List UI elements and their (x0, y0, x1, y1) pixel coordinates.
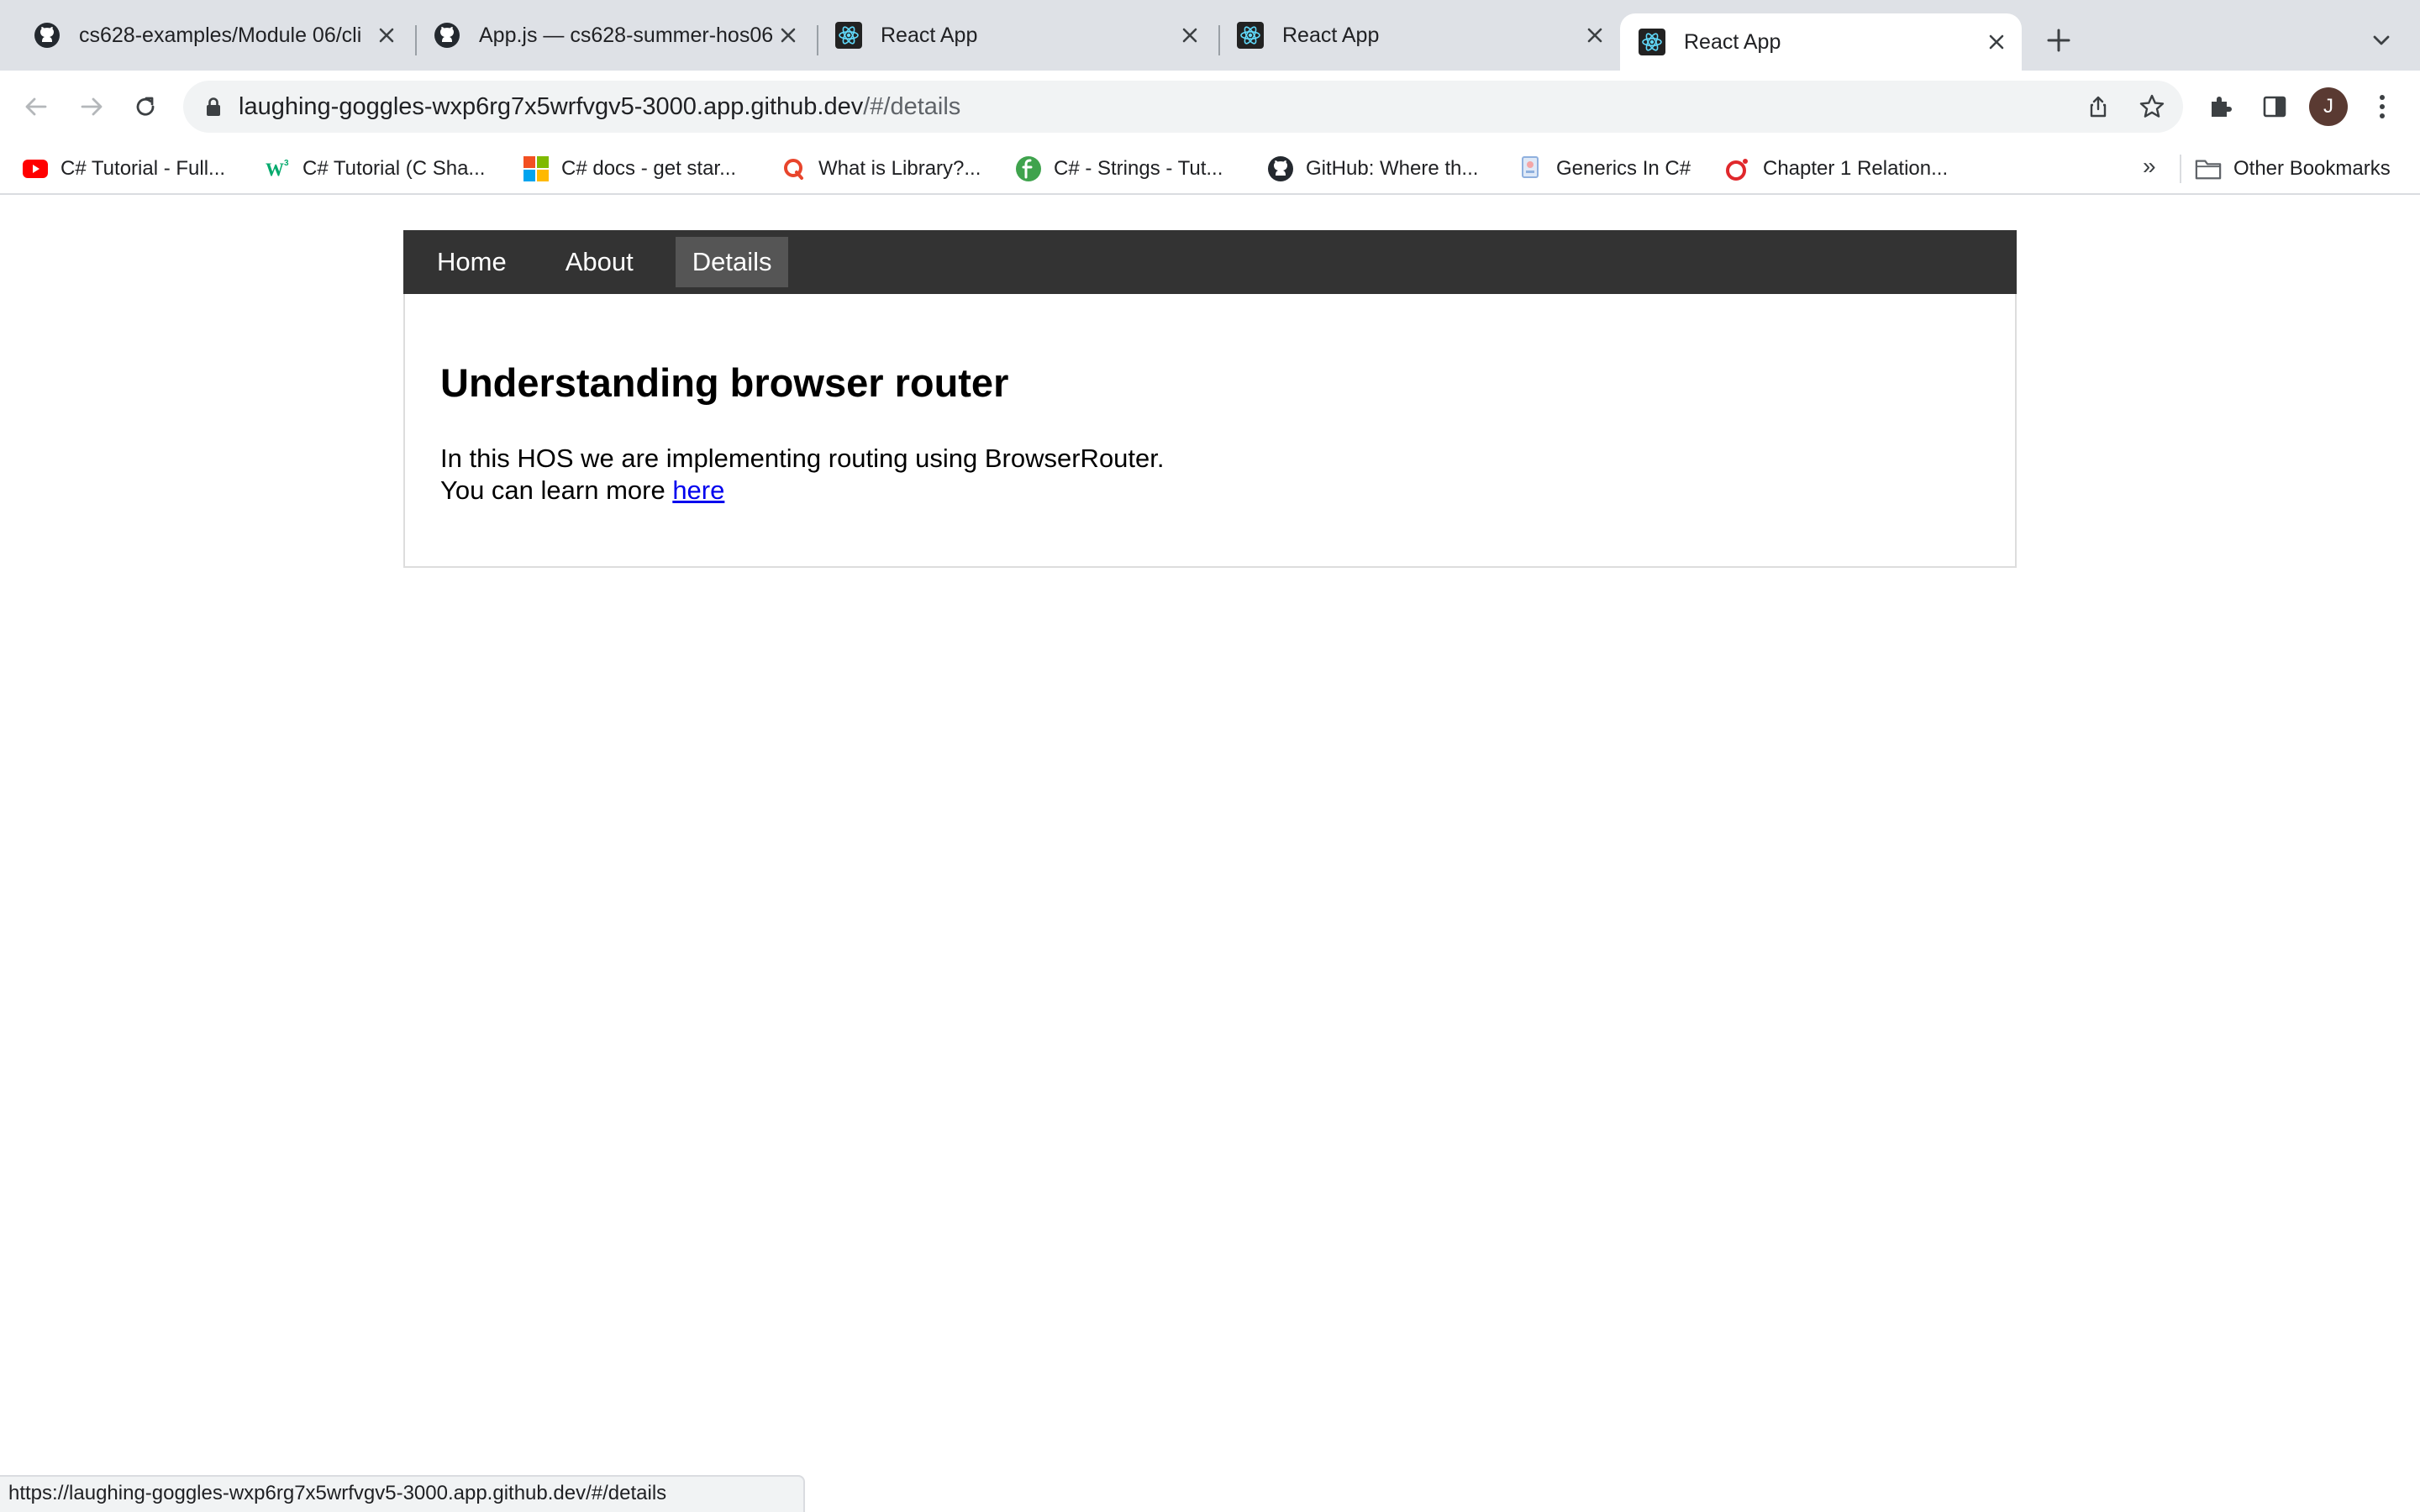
folder-icon (2195, 155, 2222, 182)
nav-link-details[interactable]: Details (675, 237, 789, 287)
bookmark-label: What is Library?... (818, 157, 981, 180)
content-panel: Understanding browser router In this HOS… (403, 294, 2017, 568)
plus-icon (2047, 29, 2070, 52)
paragraph-line-2: You can learn more (440, 475, 673, 505)
close-icon[interactable] (773, 20, 803, 50)
github-icon (1267, 155, 1294, 182)
bookmark-label: Generics In C# (1556, 157, 1691, 180)
paragraph-line-1: In this HOS we are implementing routing … (440, 444, 1165, 473)
browser-tab[interactable]: cs628-examples/Module 06/cli (0, 0, 412, 71)
back-button[interactable] (18, 89, 54, 124)
tab-separator (1218, 25, 1220, 55)
other-bookmarks-folder[interactable]: Other Bookmarks (2195, 153, 2391, 185)
url-path: /#/details (863, 93, 961, 120)
bookmarks-divider (2180, 155, 2181, 183)
nav-link-about[interactable]: About (549, 237, 650, 287)
tab-search-button[interactable] (2366, 25, 2396, 55)
tab-title: App.js — cs628-summer-hos06 (479, 23, 773, 47)
new-tab-button[interactable] (2042, 24, 2075, 57)
close-icon[interactable] (1981, 27, 2012, 57)
tab-title: React App (881, 23, 978, 47)
tab-separator (817, 25, 818, 55)
react-icon (1237, 22, 1264, 49)
bookmarks-bar: C# Tutorial - Full... W3 C# Tutorial (C … (0, 143, 2420, 195)
app-navbar: Home About Details (403, 230, 2017, 294)
page-paragraph: In this HOS we are implementing routing … (440, 443, 1980, 507)
tab-title: React App (1684, 29, 1781, 54)
avatar[interactable]: J (2309, 87, 2348, 126)
bookmark-item[interactable]: C# - Strings - Tut... (1015, 153, 1223, 185)
browser-tab[interactable]: React App (1222, 0, 1620, 71)
close-icon[interactable] (371, 20, 402, 50)
bookmark-label: C# Tutorial (C Sha... (302, 157, 486, 180)
bookmark-item[interactable]: Generics In C# (1518, 153, 1691, 185)
address-bar[interactable]: laughing-goggles-wxp6rg7x5wrfvgv5-3000.a… (183, 81, 2183, 133)
bookmark-label: C# - Strings - Tut... (1054, 157, 1223, 180)
url-text[interactable]: laughing-goggles-wxp6rg7x5wrfvgv5-3000.a… (239, 93, 960, 121)
youtube-icon (22, 155, 49, 182)
svg-text:3: 3 (284, 159, 289, 168)
tab-title: cs628-examples/Module 06/cli (79, 23, 362, 47)
search-bookmark-icon (780, 155, 807, 182)
extensions-icon[interactable] (2203, 89, 2238, 124)
bookmark-item[interactable]: C# Tutorial - Full... (22, 153, 225, 185)
forward-button[interactable] (74, 89, 109, 124)
bookmark-page-icon (1518, 155, 1544, 182)
github-icon (434, 22, 460, 49)
browser-tab[interactable]: App.js — cs628-summer-hos06 (418, 0, 813, 71)
side-panel-icon[interactable] (2257, 89, 2292, 124)
bookmarks-overflow-chevron[interactable]: » (2143, 153, 2156, 180)
close-icon[interactable] (1580, 20, 1610, 50)
share-icon[interactable] (2084, 92, 2112, 121)
arrow-left-icon (25, 97, 47, 116)
w3schools-icon: W3 (264, 155, 291, 182)
microsoft-icon (523, 155, 550, 182)
arrow-right-icon (81, 97, 103, 116)
bookmark-item[interactable]: GitHub: Where th... (1267, 153, 1478, 185)
browser-tab-active[interactable]: React App (1620, 13, 2022, 71)
bookmark-label: C# docs - get star... (561, 157, 737, 180)
bookmark-item[interactable]: C# docs - get star... (523, 153, 736, 185)
browser-toolbar: laughing-goggles-wxp6rg7x5wrfvgv5-3000.a… (0, 71, 2420, 143)
nav-link-home[interactable]: Home (420, 237, 523, 287)
menu-kebab-icon[interactable] (2365, 89, 2400, 124)
react-icon (835, 22, 862, 49)
tab-strip: cs628-examples/Module 06/cli App.js — cs… (0, 0, 2420, 71)
reload-button[interactable] (128, 89, 163, 124)
star-icon[interactable] (2138, 92, 2166, 121)
bookmark-label: C# Tutorial - Full... (60, 157, 226, 180)
tab-title: React App (1282, 23, 1380, 47)
page-heading: Understanding browser router (440, 360, 1009, 405)
bookmark-label: Other Bookmarks (2233, 157, 2391, 180)
bookmark-item[interactable]: W3 C# Tutorial (C Sha... (264, 153, 485, 185)
bookmark-label: Chapter 1 Relation... (1763, 157, 1949, 180)
lock-icon[interactable] (202, 95, 225, 118)
bookmark-item[interactable]: What is Library?... (780, 153, 981, 185)
reload-icon (136, 97, 155, 116)
url-host: laughing-goggles-wxp6rg7x5wrfvgv5-3000.a… (239, 93, 864, 120)
chevron-down-icon (2373, 35, 2390, 45)
learn-more-link[interactable]: here (672, 475, 724, 505)
react-icon (1639, 29, 1665, 55)
bookmark-item[interactable]: Chapter 1 Relation... (1724, 153, 1948, 185)
web-page: Home About Details Understanding browser… (0, 195, 2420, 1512)
tutorials-icon (1015, 155, 1042, 182)
github-icon (34, 22, 60, 49)
status-bubble: https://laughing-goggles-wxp6rg7x5wrfvgv… (0, 1475, 805, 1512)
browser-tab[interactable]: React App (820, 0, 1215, 71)
close-icon[interactable] (1175, 20, 1205, 50)
bookmark-label: GitHub: Where th... (1306, 157, 1479, 180)
tab-separator (415, 25, 417, 55)
svg-text:W: W (266, 159, 284, 180)
opera-icon (1724, 155, 1751, 182)
